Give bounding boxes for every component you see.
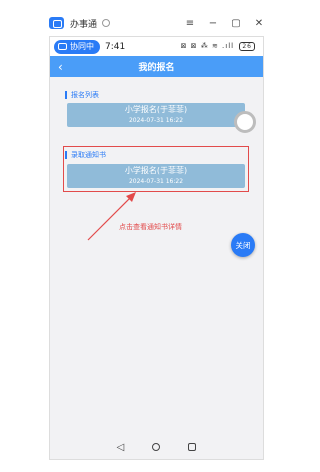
close-window-icon[interactable]: ✕	[254, 18, 264, 29]
pin-icon[interactable]	[102, 19, 111, 27]
nav-back-icon[interactable]: ◁	[117, 442, 125, 453]
nav-recents-icon[interactable]	[188, 443, 197, 451]
phone-screen: 协同中 7:41 ⊠ ⊠ ⁂ ≋ .ıll 26 ‹ 我的报名 报名列表 小学报…	[49, 36, 264, 460]
annotation-hint: 点击查看通知书详情	[119, 223, 182, 231]
close-button[interactable]: 关闭	[231, 233, 255, 257]
nav-home-icon[interactable]	[152, 443, 161, 451]
system-nav-bar: ◁	[49, 434, 264, 460]
window-controls: ≡ − ▢ ✕	[185, 18, 264, 29]
maximize-icon[interactable]: ▢	[231, 18, 241, 29]
window-titlebar: 办事通 ≡ − ▢ ✕	[49, 13, 264, 33]
app-name: 办事通	[70, 19, 98, 30]
annotation-arrow	[87, 192, 136, 241]
minimize-icon[interactable]: −	[208, 18, 218, 29]
app-logo-icon	[49, 17, 64, 29]
menu-icon[interactable]: ≡	[185, 18, 195, 29]
